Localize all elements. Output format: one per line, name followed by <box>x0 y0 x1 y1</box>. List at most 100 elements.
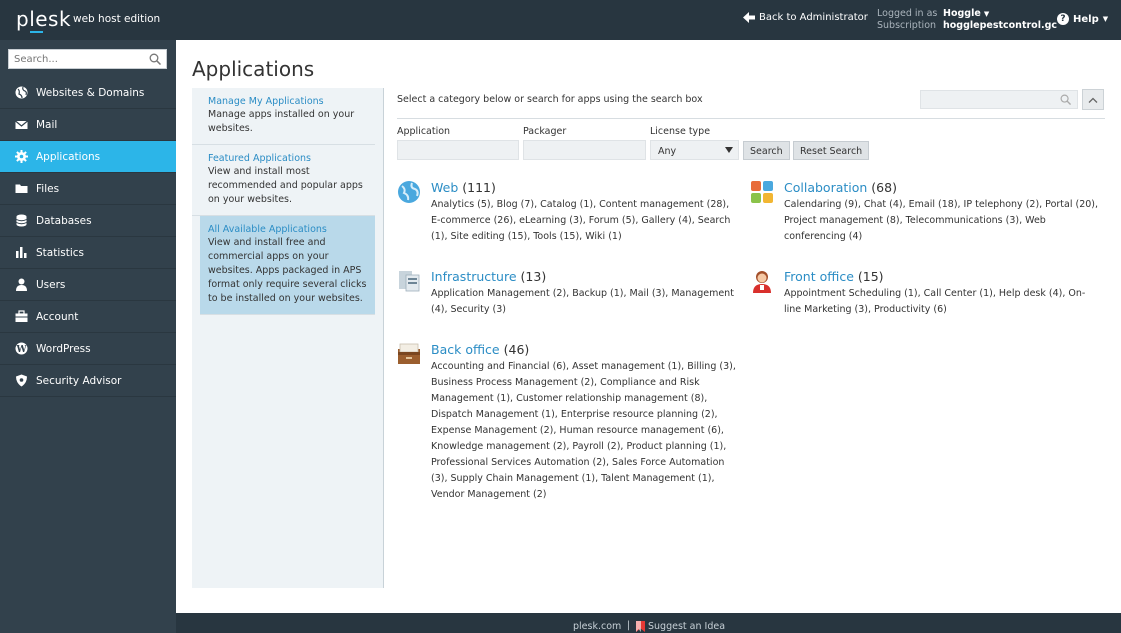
file-drawer-icon <box>398 343 420 364</box>
sidebar-item-statistics[interactable]: Statistics <box>0 237 176 269</box>
puzzle-icon <box>751 181 773 203</box>
sidebar-item-label: Websites & Domains <box>36 86 145 99</box>
collapse-filters-button[interactable] <box>1082 89 1104 110</box>
sidebar-item-mail[interactable]: Mail <box>0 109 176 141</box>
application-field[interactable] <box>397 140 519 160</box>
edition-label: web host edition <box>73 13 161 25</box>
category-subcategories[interactable]: Appointment Scheduling (1), Call Center … <box>784 286 1090 318</box>
sidebar-search-input[interactable] <box>9 50 145 68</box>
category-link[interactable]: Infrastructure <box>431 269 517 284</box>
sidebar-item-label: Files <box>36 182 60 195</box>
sidebar-item-users[interactable]: Users <box>0 269 176 301</box>
category-subcategories[interactable]: Calendaring (9), Chat (4), Email (18), I… <box>784 197 1099 245</box>
folder-icon <box>15 184 28 193</box>
help-label: Help <box>1073 13 1099 25</box>
shield-icon <box>16 374 27 387</box>
category-count: (13) <box>520 269 547 284</box>
packager-label: Packager <box>523 126 567 137</box>
instruction-text: Select a category below or search for ap… <box>397 94 703 105</box>
account-info: Logged in as Hoggle ▼ Subscription hogglep… <box>877 8 1057 32</box>
sidebar-item-label: WordPress <box>36 342 91 355</box>
wordpress-icon: W <box>15 342 28 355</box>
category-count: (111) <box>462 180 496 195</box>
sidebar-item-label: Databases <box>36 214 92 227</box>
sidebar-item-applications[interactable]: Applications <box>0 141 176 173</box>
search-icon[interactable] <box>1060 94 1071 105</box>
sidebar-item-websites-domains[interactable]: Websites & Domains <box>0 77 176 109</box>
subnav-description: Manage apps installed on your websites. <box>208 109 355 134</box>
category-count: (68) <box>871 180 897 195</box>
user-menu[interactable]: Hoggle <box>943 8 981 19</box>
category-subcategories[interactable]: Analytics (5), Blog (7), Catalog (1), Co… <box>431 197 737 245</box>
globe-icon <box>398 181 420 203</box>
category-subcategories[interactable]: Accounting and Financial (6), Asset mana… <box>431 359 737 503</box>
app-search-input[interactable] <box>921 91 1056 108</box>
subnav-item-manage[interactable]: Manage My Applications Manage apps insta… <box>192 88 375 145</box>
category-link[interactable]: Back office <box>431 342 500 357</box>
top-bar: plesk web host edition Back to Administr… <box>0 0 1121 40</box>
app-search[interactable] <box>920 90 1078 109</box>
help-icon: ? <box>1057 13 1069 25</box>
logged-in-label: Logged in as <box>877 8 938 19</box>
sidebar-item-files[interactable]: Files <box>0 173 176 205</box>
help-menu[interactable]: ? Help ▼ <box>1057 13 1108 25</box>
application-label: Application <box>397 126 451 137</box>
plesk-logo[interactable]: plesk <box>16 7 71 31</box>
receptionist-icon <box>753 271 771 293</box>
subnav-link[interactable]: Manage My Applications <box>208 95 367 108</box>
sidebar-item-account[interactable]: Account <box>0 301 176 333</box>
server-icon <box>399 271 420 292</box>
sidebar-item-label: Mail <box>36 118 58 131</box>
page-title: Applications <box>192 57 315 81</box>
footer-separator: | <box>627 620 631 631</box>
sidebar-item-label: Statistics <box>36 246 84 259</box>
back-to-admin-link[interactable]: Back to Administrator <box>743 12 868 23</box>
subscription-value[interactable]: hogglepestcontrol.gc <box>943 20 1057 31</box>
category-count: (46) <box>503 342 530 357</box>
sidebar-item-label: Users <box>36 278 66 291</box>
user-icon <box>16 278 27 291</box>
suggest-idea-label: Suggest an Idea <box>648 621 726 632</box>
subnav-item-all-available[interactable]: All Available Applications View and inst… <box>200 216 375 315</box>
chevron-down-icon: ▼ <box>1102 15 1109 23</box>
category-link[interactable]: Collaboration <box>784 180 867 195</box>
sidebar-item-wordpress[interactable]: W WordPress <box>0 333 176 365</box>
main-content: Applications Manage My Applications Mana… <box>176 40 1121 613</box>
license-type-value: Any <box>658 146 677 157</box>
category-subcategories[interactable]: Application Management (2), Backup (1), … <box>431 286 737 318</box>
bar-chart-icon <box>16 247 27 258</box>
category-link[interactable]: Front office <box>784 269 854 284</box>
sidebar-search[interactable] <box>8 49 167 69</box>
globe-icon <box>15 86 28 99</box>
search-button[interactable]: Search <box>743 141 790 160</box>
subnav-link[interactable]: Featured Applications <box>208 152 367 165</box>
database-icon <box>16 214 27 227</box>
subnav-link[interactable]: All Available Applications <box>208 223 367 236</box>
subscription-label: Subscription <box>877 20 937 31</box>
sidebar-item-databases[interactable]: Databases <box>0 205 176 237</box>
divider <box>397 118 1105 119</box>
search-icon[interactable] <box>149 53 161 65</box>
arrow-left-icon <box>743 12 755 23</box>
subnav-item-featured[interactable]: Featured Applications View and install m… <box>192 145 375 216</box>
chevron-up-icon <box>1088 97 1098 103</box>
license-type-select[interactable]: Any <box>650 140 739 160</box>
license-type-label: License type <box>650 126 711 137</box>
gear-icon <box>15 150 28 163</box>
bookmark-icon <box>636 621 645 632</box>
envelope-icon <box>15 120 28 129</box>
sidebar-nav: Websites & Domains Mail Applications Fil… <box>0 77 176 397</box>
category-count: (15) <box>857 269 884 284</box>
category-link[interactable]: Web <box>431 180 458 195</box>
chevron-down-icon[interactable]: ▼ <box>984 10 989 18</box>
packager-field[interactable] <box>523 140 646 160</box>
packager-input[interactable] <box>524 141 645 159</box>
plesk-com-link[interactable]: plesk.com <box>573 621 621 632</box>
applications-subnav: Manage My Applications Manage apps insta… <box>192 88 384 588</box>
sidebar-item-label: Account <box>36 310 79 323</box>
application-input[interactable] <box>398 141 518 159</box>
sidebar-item-security-advisor[interactable]: Security Advisor <box>0 365 176 397</box>
reset-search-button[interactable]: Reset Search <box>793 141 870 160</box>
suggest-idea-link[interactable]: Suggest an Idea <box>636 621 725 632</box>
dropdown-arrow-icon <box>725 147 733 153</box>
